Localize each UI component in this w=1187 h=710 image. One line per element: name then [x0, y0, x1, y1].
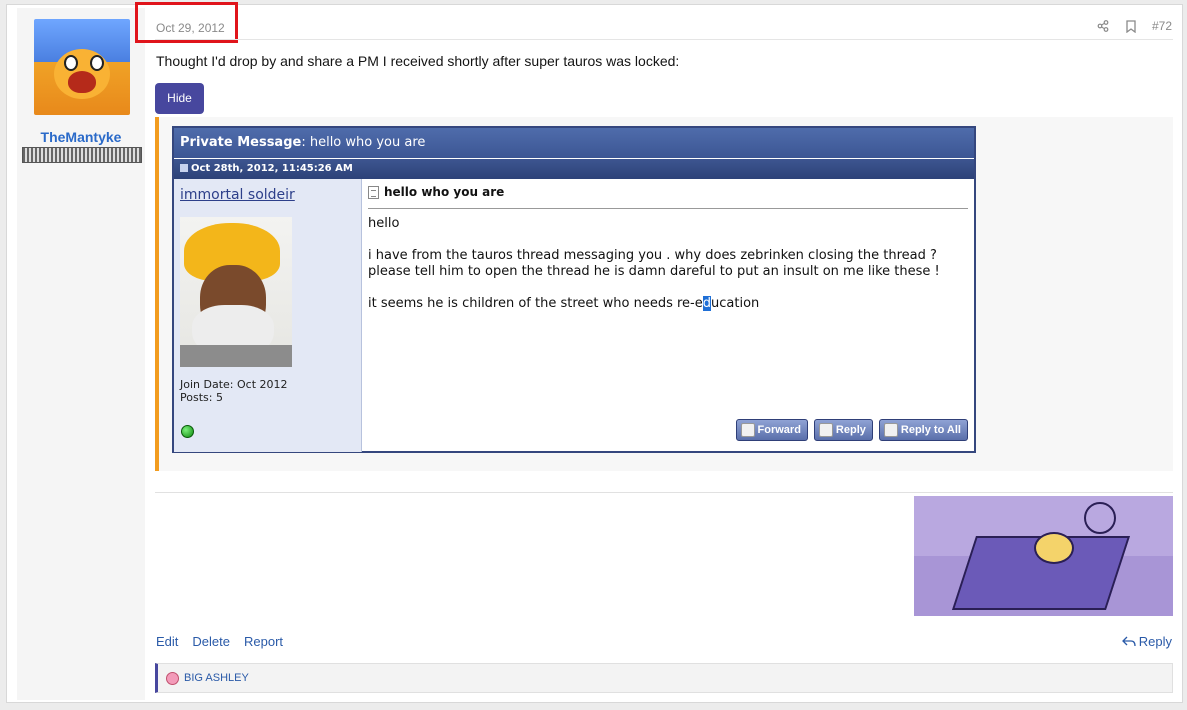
pm-reply-button[interactable]: Reply — [813, 419, 873, 441]
sender-posts: Posts: 5 — [180, 391, 223, 404]
reaction-user[interactable]: BIG ASHLEY — [184, 672, 249, 684]
user-sidebar: TheMantyke — [17, 8, 145, 700]
sender-stats: Join Date: Oct 2012 Posts: 5 — [180, 378, 288, 404]
pm-msg-line-1: hello — [368, 216, 400, 231]
edit-link[interactable]: Edit — [156, 634, 178, 649]
share-icon[interactable] — [1096, 19, 1110, 33]
post-footer-links: Edit Delete Report — [156, 634, 283, 649]
pm-forward-label: Forward — [757, 424, 801, 436]
post-number[interactable]: #72 — [1152, 19, 1172, 33]
pm-subject-line: hello who you are — [368, 185, 504, 199]
pm-subject-divider — [368, 208, 968, 209]
pm-sender-name[interactable]: immortal soldeir — [180, 187, 295, 203]
post-mini-icon — [180, 164, 188, 172]
pm-forward-button[interactable]: Forward — [735, 419, 808, 441]
signature-divider — [155, 492, 1173, 493]
delete-link[interactable]: Delete — [192, 634, 230, 649]
spoiler-content: Private Message: hello who you are Oct 2… — [155, 117, 1173, 471]
signature-image — [914, 496, 1173, 616]
reactions-bar: BIG ASHLEY — [155, 663, 1173, 693]
username[interactable]: TheMantyke — [17, 129, 145, 145]
report-link[interactable]: Report — [244, 634, 283, 649]
reply-button[interactable]: Reply — [1121, 634, 1172, 649]
post-actions: #72 — [1096, 19, 1172, 33]
forum-post: TheMantyke Oct 29, 2012 #72 Thought I'd … — [6, 2, 1183, 703]
hide-spoiler-button[interactable]: Hide — [155, 83, 204, 114]
pm-msg-line-3: please tell him to open the thread he is… — [368, 264, 940, 279]
pm-msg-line-4a: it seems he is children of the street wh… — [368, 296, 703, 311]
sender-photo — [180, 217, 292, 367]
pm-msg-line-4b: ucation — [711, 296, 760, 311]
pm-title-label: Private Message — [180, 135, 302, 150]
pm-reply-label: Reply — [835, 424, 866, 436]
pm-title-subject: hello who you are — [309, 135, 426, 150]
bookmark-icon[interactable] — [1124, 19, 1138, 33]
pm-title-bar: Private Message: hello who you are — [174, 128, 974, 159]
pm-body: immortal soldeir Join Date: Oct 2012 Pos… — [174, 179, 974, 452]
sig-wall-art — [1084, 502, 1116, 534]
pm-msg-line-2: i have from the tauros thread messaging … — [368, 248, 937, 263]
private-message-screenshot: Private Message: hello who you are Oct 2… — [172, 126, 976, 453]
pm-reply-all-button[interactable]: Reply to All — [878, 419, 968, 441]
forward-icon — [740, 423, 755, 437]
pm-msg-line-4: it seems he is children of the street wh… — [368, 296, 940, 312]
avatar-eye-left — [64, 55, 78, 71]
pm-title-sep: : — [301, 135, 310, 150]
pm-date-bar: Oct 28th, 2012, 11:45:26 AM — [174, 159, 974, 179]
post-date[interactable]: Oct 29, 2012 — [156, 21, 225, 35]
photo-coat — [180, 345, 292, 367]
text-selection: d — [702, 296, 712, 311]
user-badges — [22, 147, 142, 163]
reaction-face-icon — [166, 671, 179, 685]
post-text: Thought I'd drop by and share a PM I rec… — [156, 53, 680, 69]
avatar-mouth — [68, 71, 96, 93]
pm-date: Oct 28th, 2012, 11:45:26 AM — [191, 163, 353, 174]
reply-arrow-icon — [1121, 636, 1136, 646]
pm-message-panel: hello who you are hello i have from the … — [362, 179, 974, 452]
user-avatar[interactable] — [34, 19, 130, 115]
header-divider — [155, 39, 1173, 40]
avatar-eye-right — [90, 55, 104, 71]
pm-message-text: hello i have from the tauros thread mess… — [368, 216, 940, 328]
reply-pencil-icon — [818, 423, 833, 437]
sender-join-date: Join Date: Oct 2012 — [180, 378, 288, 391]
pm-action-buttons: Forward Reply Reply to All — [735, 419, 968, 441]
online-status-icon — [181, 425, 194, 438]
doc-icon — [368, 185, 379, 199]
sig-character — [1034, 532, 1074, 564]
reply-all-pencil-icon — [883, 423, 898, 437]
reply-label: Reply — [1138, 634, 1172, 649]
pm-reply-all-label: Reply to All — [900, 424, 961, 436]
pm-sender-panel: immortal soldeir Join Date: Oct 2012 Pos… — [174, 179, 362, 452]
pm-subject: hello who you are — [384, 185, 505, 199]
